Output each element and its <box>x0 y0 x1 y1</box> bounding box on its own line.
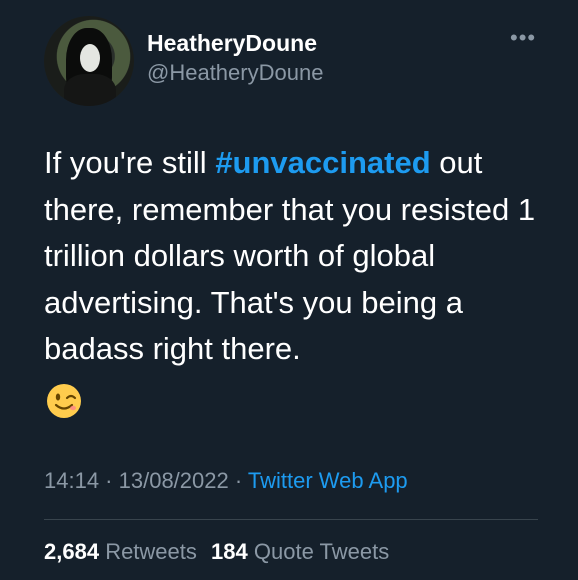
retweets-count: 2,684 <box>44 539 100 564</box>
quote-tweets-stat[interactable]: 184 Quote Tweets <box>211 539 389 564</box>
retweets-stat[interactable]: 2,684 Retweets <box>44 539 197 564</box>
avatar[interactable] <box>44 16 134 106</box>
avatar-face <box>80 44 100 72</box>
meta-separator: · <box>228 468 248 493</box>
quote-tweets-count: 184 <box>211 539 248 564</box>
user-names: HeatheryDoune @HeatheryDoune <box>147 29 323 87</box>
display-name[interactable]: HeatheryDoune <box>147 29 323 57</box>
winking-face-emoji <box>47 384 81 418</box>
tweet-source-link[interactable]: Twitter Web App <box>248 468 408 493</box>
tweet-time[interactable]: 14:14 <box>44 468 99 493</box>
divider <box>44 519 538 520</box>
tweet-date[interactable]: 13/08/2022 <box>119 468 229 493</box>
avatar-body <box>64 74 116 106</box>
quote-tweets-label: Quote Tweets <box>253 539 390 564</box>
meta-separator: · <box>99 468 119 493</box>
tweet-meta: 14:14 · 13/08/2022 · Twitter Web App <box>44 468 408 494</box>
tweet-text: If you're still #unvaccinated out there,… <box>44 140 544 373</box>
retweets-label: Retweets <box>105 539 197 564</box>
hashtag-link[interactable]: #unvaccinated <box>215 145 430 180</box>
tweet-text-before: If you're still <box>44 145 216 180</box>
tweet-stats: 2,684 Retweets 184 Quote Tweets <box>44 539 397 565</box>
more-horizontal-icon[interactable]: ••• <box>510 27 536 49</box>
user-handle[interactable]: @HeatheryDoune <box>147 59 323 87</box>
tweet-header: HeatheryDoune @HeatheryDoune ••• <box>44 16 544 106</box>
